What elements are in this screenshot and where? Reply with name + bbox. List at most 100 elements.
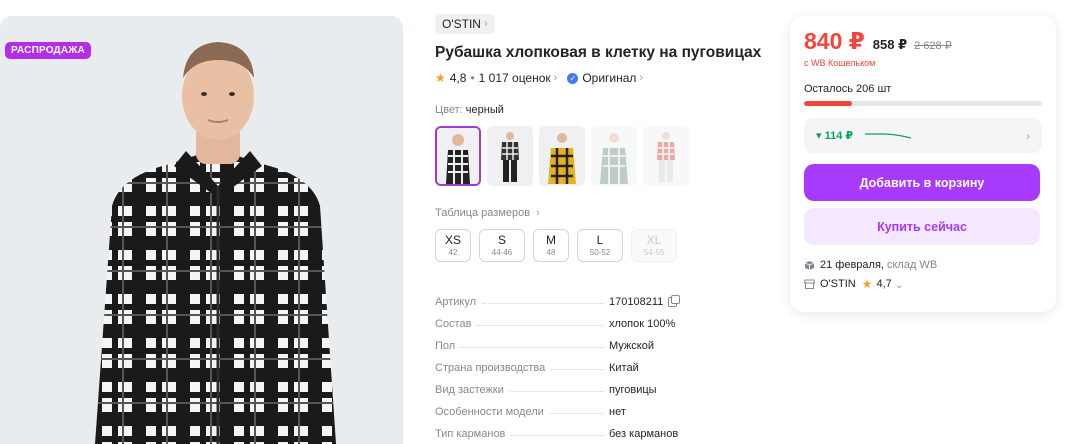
spec-value: хлопок 100% [609, 318, 676, 330]
spec-leader [549, 413, 603, 414]
size-ru: 54-56 [643, 248, 665, 257]
sale-badge: РАСПРОДАЖА [5, 42, 91, 59]
seller-info[interactable]: O'STIN ★ 4,7 ⌄ [804, 277, 1042, 291]
rating-value: 4,8 [449, 71, 467, 85]
spec-leader [511, 435, 603, 436]
product-title: Рубашка хлопковая в клетку на пуговицах [435, 44, 762, 61]
add-to-cart-button[interactable]: Добавить в корзину [804, 164, 1040, 201]
spec-leader [509, 391, 603, 392]
product-info: O'STIN › Рубашка хлопковая в клетку на п… [435, 14, 765, 440]
verified-check-icon: ✓ [567, 72, 579, 84]
color-thumbnail-grey[interactable] [591, 126, 637, 186]
color-value: черный [465, 104, 504, 116]
brand-link[interactable]: O'STIN › [435, 14, 495, 34]
spec-value: Мужской [609, 340, 654, 352]
chevron-right-icon: › [536, 207, 540, 219]
chevron-down-icon: ⌄ [894, 278, 904, 291]
size-label: S [497, 233, 506, 247]
size-label: L [596, 233, 604, 247]
price-trend[interactable]: ▾ 114 ₽ › [804, 118, 1042, 153]
specs-table: Артикул 170108211 Состав хлопок 100% Пол… [435, 286, 695, 440]
price-drop: ▾ 114 ₽ [816, 130, 854, 142]
color-label-key: Цвет: [435, 104, 463, 116]
size-ru: 44-46 [491, 248, 513, 257]
brand-name: O'STIN [442, 17, 481, 31]
size-option-xs[interactable]: XS 42 [435, 229, 471, 262]
size-option-xl: XL 54-56 [631, 229, 677, 262]
delivery-info: 21 февраля, склад WB [804, 259, 1042, 271]
price-old: 2 628 ₽ [914, 40, 952, 52]
spec-value: без карманов [609, 428, 679, 440]
spec-leader [482, 303, 603, 304]
color-label: Цвет: черный [435, 104, 765, 116]
stock-bar [804, 101, 1042, 106]
spec-row: Пол Мужской [435, 330, 695, 352]
size-table-link[interactable]: Таблица размеров › [435, 207, 765, 219]
color-thumbnail-red[interactable] [643, 126, 689, 186]
size-label: XS [444, 233, 461, 247]
store-icon [804, 279, 815, 289]
product-photo[interactable]: РАСПРОДАЖА [0, 16, 403, 444]
size-label: M [546, 233, 556, 247]
size-ru: 50-52 [589, 248, 611, 257]
spec-row: Страна производства Китай [435, 352, 695, 374]
price-secondary: 858 ₽ [872, 37, 908, 52]
size-ru: 48 [546, 248, 556, 257]
chevron-right-icon: › [639, 72, 644, 84]
spec-value: нет [609, 406, 626, 418]
chevron-right-icon: › [483, 18, 488, 30]
spec-leader [551, 369, 603, 370]
star-icon: ★ [435, 71, 446, 85]
spec-row: Вид застежки пуговицы [435, 374, 695, 396]
purchase-card: 840 ₽ 858 ₽ 2 628 ₽ с WB Кошельком Остал… [790, 16, 1056, 312]
color-thumbnail-yellow[interactable] [539, 126, 585, 186]
spec-key: Состав [435, 318, 472, 330]
size-label: XL [646, 233, 662, 247]
size-table-label: Таблица размеров [435, 207, 531, 219]
separator-dot: • [470, 71, 475, 85]
original-badge[interactable]: Оригинал [582, 71, 636, 85]
spec-leader [461, 347, 603, 348]
model-illustration [0, 16, 403, 444]
chevron-right-icon: › [553, 72, 558, 84]
spec-row: Тип карманов без карманов [435, 418, 695, 440]
spec-key: Страна производства [435, 362, 546, 374]
seller-rating: 4,7 [876, 278, 892, 290]
size-ru: 42 [448, 248, 458, 257]
price-row: 840 ₽ 858 ₽ 2 628 ₽ [804, 28, 1042, 55]
star-icon: ★ [861, 277, 873, 291]
product-page: РАСПРОДАЖА O'STIN › Рубашка хлопковая в … [0, 0, 1090, 444]
buy-now-button[interactable]: Купить сейчас [804, 208, 1040, 245]
reviews-link[interactable]: 1 017 оценок [479, 71, 551, 85]
spec-value-wrap: 170108211 [609, 295, 695, 308]
spec-key: Тип карманов [435, 428, 506, 440]
stock-bar-fill [804, 101, 852, 106]
seller-name: O'STIN [820, 278, 856, 290]
size-option-m[interactable]: M 48 [533, 229, 569, 262]
size-option-l[interactable]: L 50-52 [577, 229, 623, 262]
spec-value: 170108211 [609, 296, 664, 308]
size-option-s[interactable]: S 44-46 [479, 229, 525, 262]
color-thumbnail-black[interactable] [435, 126, 481, 186]
spec-row: Особенности модели нет [435, 396, 695, 418]
copy-icon[interactable] [668, 295, 681, 307]
color-thumbnails [435, 126, 765, 186]
delivery-warehouse: склад WB [886, 259, 938, 271]
trend-sparkline-icon [865, 132, 912, 139]
spec-key: Артикул [435, 296, 477, 308]
spec-row: Состав хлопок 100% [435, 308, 695, 330]
spec-value: Китай [609, 362, 639, 374]
stock-text: Осталось 206 шт [804, 83, 892, 95]
spec-row-article: Артикул 170108211 [435, 286, 695, 308]
price-main: 840 ₽ [804, 28, 865, 54]
box-icon [804, 261, 815, 270]
color-thumbnail-black-full[interactable] [487, 126, 533, 186]
spec-value: пуговицы [609, 384, 657, 396]
delivery-date: 21 февраля, [820, 259, 884, 271]
rating-row: ★ 4,8 • 1 017 оценок › ✓ Оригинал › [435, 71, 765, 85]
spec-key: Пол [435, 340, 456, 352]
spec-leader [477, 325, 603, 326]
spec-key: Особенности модели [435, 406, 544, 418]
size-selector: XS 42 S 44-46 M 48 L 50-52 XL 54-56 [435, 229, 765, 262]
chevron-right-icon: › [1026, 128, 1030, 143]
